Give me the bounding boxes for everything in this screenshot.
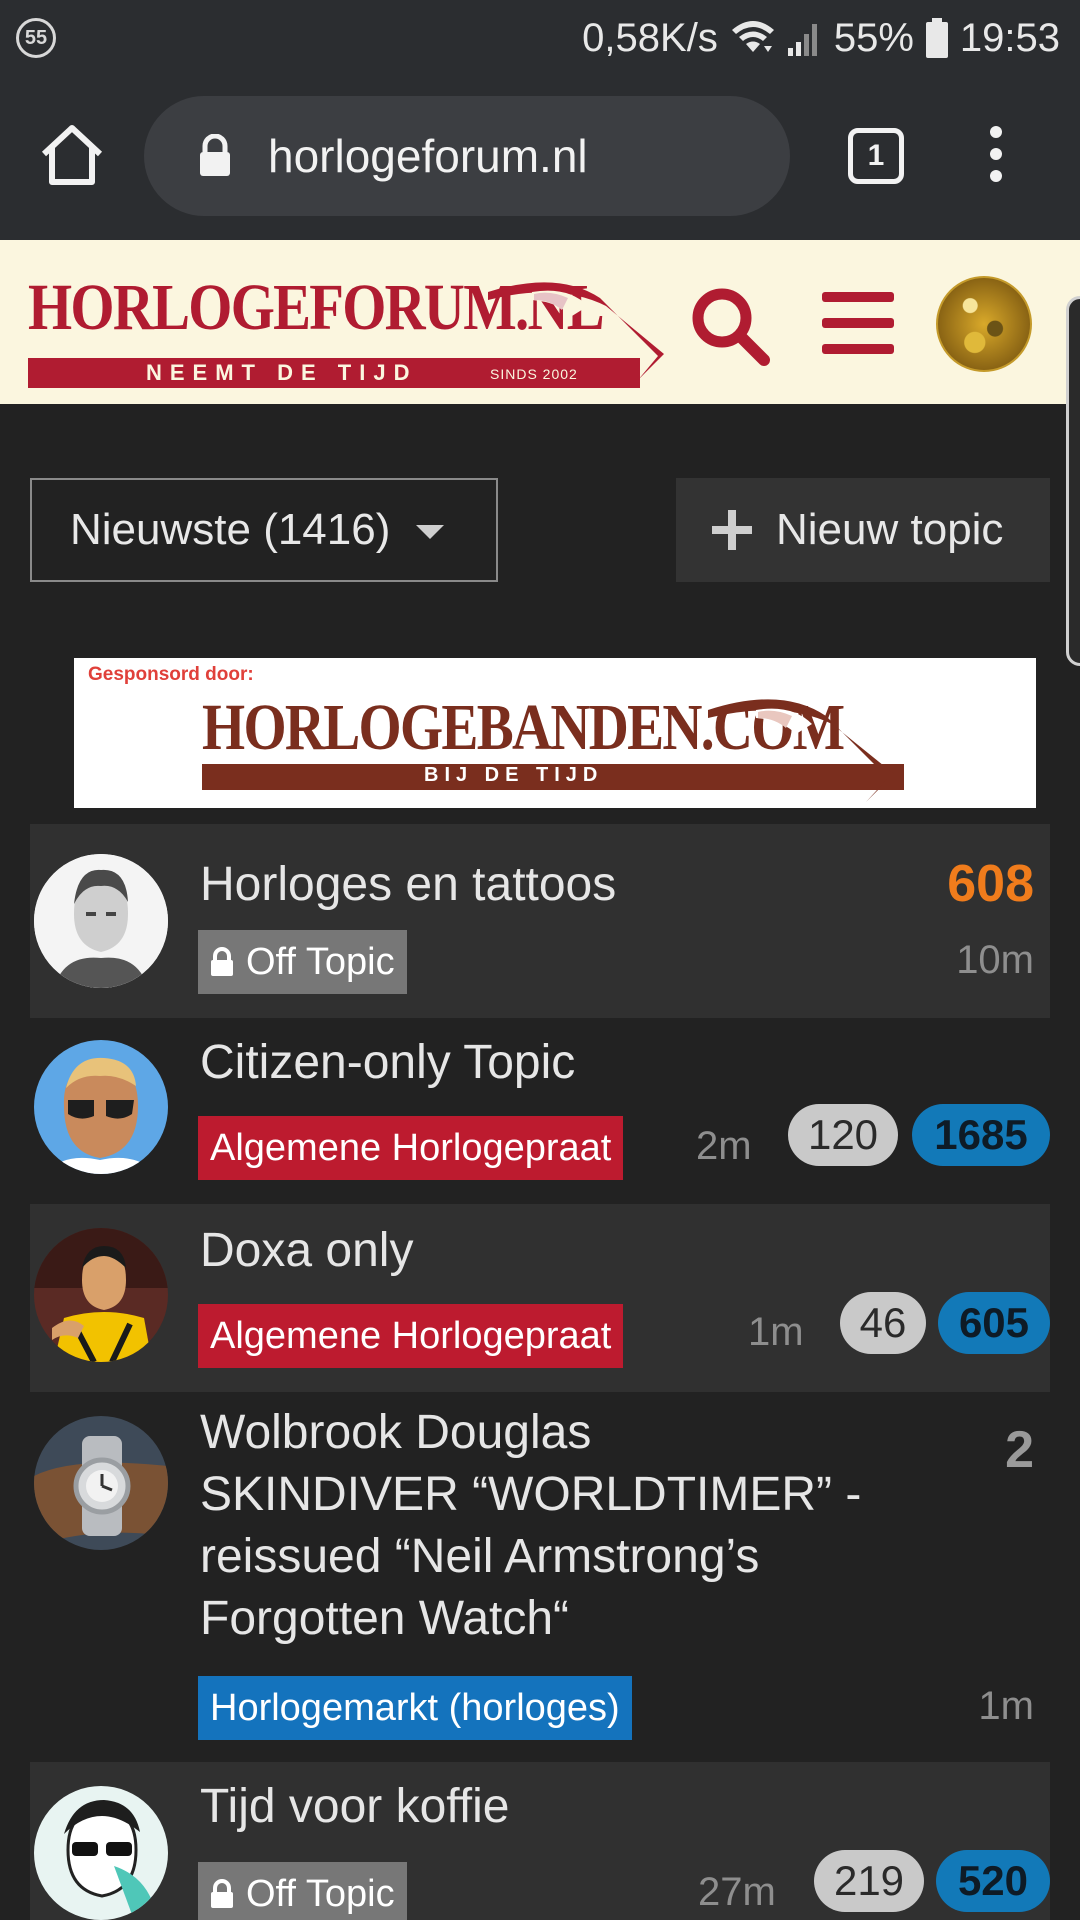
- sponsor-tagline: BIJ DE TIJD: [424, 764, 604, 786]
- sponsor-banner[interactable]: Gesponsord door: HORLOGEBANDEN.COM BIJ D…: [74, 658, 1036, 808]
- url-text: horlogeforum.nl: [268, 130, 588, 182]
- hamburger-menu-icon[interactable]: [822, 292, 894, 354]
- topic-row[interactable]: Wolbrook Douglas SKINDIVER “WORLDTIMER” …: [30, 1392, 1050, 1762]
- notification-count-badge: 55: [16, 18, 56, 58]
- logo-watch-swoosh-icon: [488, 282, 664, 380]
- site-header: HORLOGEFORUM.NL NEEMT DE TIJD SINDS 2002: [0, 240, 1080, 404]
- lock-icon: [200, 134, 230, 176]
- sponsor-label: Gesponsord door:: [88, 664, 254, 685]
- unread-count-badge[interactable]: 219: [814, 1850, 924, 1912]
- new-posts-count[interactable]: 2: [1005, 1420, 1034, 1480]
- topic-title-line: Wolbrook Douglas: [200, 1406, 592, 1459]
- topic-author-avatar[interactable]: [34, 1040, 168, 1174]
- plus-icon: [712, 510, 752, 550]
- category-label: Off Topic: [246, 1872, 395, 1915]
- lock-icon: [211, 1879, 233, 1908]
- topic-author-avatar[interactable]: [34, 1786, 168, 1920]
- portrait-icon: [34, 1786, 168, 1920]
- category-label: Horlogemarkt (horloges): [210, 1686, 620, 1729]
- watch-photo-icon: [34, 1416, 168, 1550]
- topic-title[interactable]: Tijd voor koffie: [200, 1776, 509, 1838]
- wifi-icon: [731, 21, 774, 52]
- clock: 19:53: [959, 15, 1060, 60]
- portrait-icon: [34, 1040, 168, 1174]
- topic-author-avatar[interactable]: [34, 854, 168, 988]
- category-label: Off Topic: [246, 940, 395, 983]
- site-logo[interactable]: HORLOGEFORUM.NL NEEMT DE TIJD SINDS 2002: [28, 270, 664, 388]
- battery-icon: [925, 18, 948, 58]
- status-icons: 0,58K/s 55% 19:53: [582, 12, 1060, 64]
- unread-count-badge[interactable]: 46: [840, 1292, 926, 1354]
- sponsor-watch-swoosh-icon: [708, 699, 894, 802]
- home-icon[interactable]: [38, 120, 106, 188]
- notification-indicator: 55: [16, 18, 56, 58]
- topic-row[interactable]: Horloges en tattoos Off Topic 608 10m: [30, 824, 1050, 1018]
- topic-title-line: SKINDIVER “WORLDTIMER” -: [200, 1468, 862, 1521]
- scrollbar-thumb[interactable]: [1066, 296, 1080, 666]
- category-badge[interactable]: Algemene Horlogepraat: [198, 1116, 624, 1180]
- topic-title-line: Forgotten Watch“: [200, 1592, 570, 1645]
- user-avatar[interactable]: [936, 276, 1032, 372]
- unread-count-badge[interactable]: 120: [788, 1104, 898, 1166]
- topic-activity-age: 1m: [978, 1684, 1034, 1728]
- tab-switcher-button[interactable]: 1: [848, 128, 904, 184]
- category-label: Algemene Horlogepraat: [210, 1314, 612, 1357]
- new-topic-label: Nieuw topic: [776, 505, 1004, 554]
- topic-filter-dropdown[interactable]: Nieuwste (1416): [30, 478, 498, 582]
- category-badge[interactable]: Off Topic: [198, 1862, 407, 1920]
- category-badge[interactable]: Off Topic: [198, 930, 407, 994]
- category-badge[interactable]: Algemene Horlogepraat: [198, 1304, 624, 1368]
- overflow-menu-icon[interactable]: [980, 122, 1012, 186]
- topic-title[interactable]: Doxa only: [200, 1220, 413, 1282]
- topic-title-line: reissued “Neil Armstrong’s: [200, 1530, 760, 1583]
- new-posts-count[interactable]: 608: [947, 854, 1034, 914]
- topic-activity-age: 27m: [698, 1870, 776, 1914]
- address-bar[interactable]: horlogeforum.nl: [144, 96, 790, 216]
- topic-row[interactable]: Citizen-only Topic Algemene Horlogepraat…: [30, 1018, 1050, 1204]
- topic-row[interactable]: Tijd voor koffie Off Topic 27m 219 520: [30, 1762, 1050, 1920]
- browser-toolbar: horlogeforum.nl 1: [0, 76, 1080, 240]
- chevron-down-icon: [416, 525, 445, 539]
- topic-activity-age: 10m: [956, 938, 1034, 982]
- topic-title[interactable]: Wolbrook Douglas SKINDIVER “WORLDTIMER” …: [200, 1402, 920, 1650]
- category-label: Algemene Horlogepraat: [210, 1126, 612, 1169]
- topic-row[interactable]: Doxa only Algemene Horlogepraat 1m 46 60…: [30, 1204, 1050, 1392]
- new-posts-badge[interactable]: 520: [936, 1850, 1050, 1912]
- topic-filter-label: Nieuwste (1416): [70, 505, 391, 554]
- network-speed: 0,58K/s: [582, 15, 718, 60]
- category-badge[interactable]: Horlogemarkt (horloges): [198, 1676, 632, 1740]
- portrait-icon: [34, 1228, 168, 1362]
- topic-activity-age: 2m: [696, 1124, 752, 1168]
- cell-signal-icon: [787, 24, 817, 56]
- new-topic-button[interactable]: Nieuw topic: [676, 478, 1050, 582]
- topic-title[interactable]: Citizen-only Topic: [200, 1032, 575, 1094]
- topic-activity-age: 1m: [748, 1310, 804, 1354]
- new-posts-badge[interactable]: 1685: [912, 1104, 1050, 1166]
- status-bar: 55 0,58K/s 55% 19:53: [0, 0, 1080, 76]
- topic-author-avatar[interactable]: [34, 1416, 168, 1550]
- portrait-icon: [34, 854, 168, 988]
- logo-tagline: NEEMT DE TIJD: [146, 360, 418, 385]
- lock-icon: [211, 947, 233, 976]
- battery-percentage: 55%: [833, 15, 914, 60]
- topic-author-avatar[interactable]: [34, 1228, 168, 1362]
- topic-title[interactable]: Horloges en tattoos: [200, 854, 616, 916]
- search-icon[interactable]: [688, 284, 772, 368]
- new-posts-badge[interactable]: 605: [938, 1292, 1050, 1354]
